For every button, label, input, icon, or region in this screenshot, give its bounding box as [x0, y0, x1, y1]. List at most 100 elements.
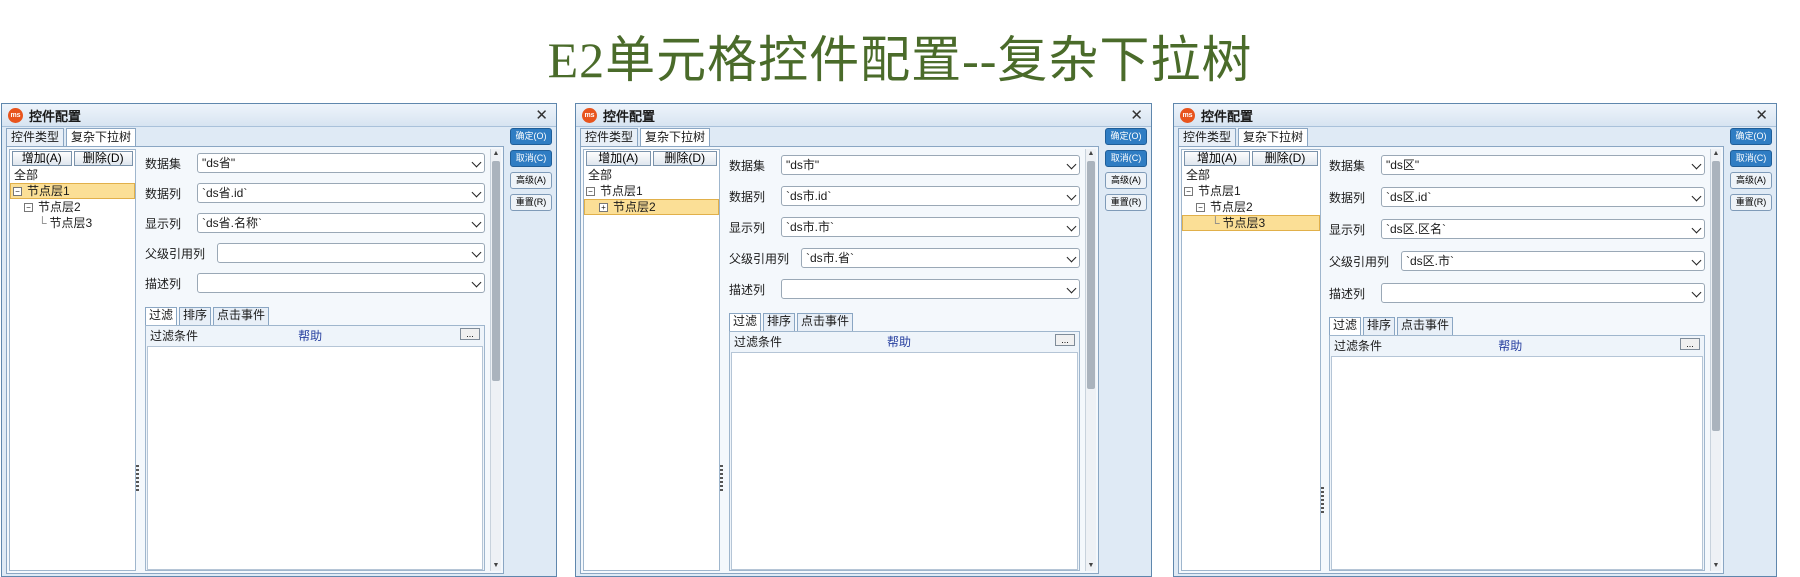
dataset-value: "ds市" [786, 158, 820, 172]
dataset-select[interactable]: "ds区" [1381, 155, 1705, 175]
scroll-thumb[interactable] [492, 161, 500, 381]
scroll-up-icon[interactable]: ▲ [1711, 149, 1721, 159]
splitter-handle[interactable] [720, 465, 723, 491]
vertical-scrollbar[interactable]: ▲ ▼ [1085, 149, 1096, 571]
tree-item-level2[interactable]: − 节点层2 [1182, 199, 1320, 215]
tab-control-type[interactable]: 控件类型 [1178, 128, 1237, 146]
parent-ref-column-select[interactable]: `ds市.省` [801, 248, 1080, 268]
advanced-button[interactable]: 高级(A) [1730, 172, 1772, 189]
scroll-up-icon[interactable]: ▲ [1086, 149, 1096, 159]
tab-click-event[interactable]: 点击事件 [797, 313, 854, 331]
reset-button[interactable]: 重置(R) [510, 194, 552, 211]
parent-ref-column-select[interactable]: `ds区.市` [1401, 251, 1705, 271]
cancel-button[interactable]: 取消(C) [1730, 150, 1772, 167]
data-column-select[interactable]: `ds省.id` [197, 183, 485, 203]
tree-item-level1[interactable]: − 节点层1 [10, 183, 135, 199]
add-node-button[interactable]: 增加(A) [1184, 151, 1250, 166]
collapse-icon[interactable]: − [1196, 203, 1205, 213]
close-icon[interactable]: ✕ [1130, 106, 1143, 124]
tree-item-level2[interactable]: − 节点层2 [10, 199, 135, 215]
tab-sort[interactable]: 排序 [1363, 317, 1396, 335]
splitter-handle[interactable] [136, 465, 139, 491]
ok-button[interactable]: 确定(O) [1730, 128, 1772, 145]
display-column-select[interactable]: `ds市.市` [781, 217, 1080, 237]
advanced-button[interactable]: 高级(A) [510, 172, 552, 189]
description-column-select[interactable] [197, 273, 485, 293]
splitter-handle[interactable] [1321, 487, 1324, 513]
data-column-select[interactable]: `ds市.id` [781, 186, 1080, 206]
ok-button[interactable]: 确定(O) [510, 128, 552, 145]
tab-control-type[interactable]: 控件类型 [6, 128, 65, 146]
expand-icon[interactable]: + [599, 203, 608, 213]
advanced-button[interactable]: 高级(A) [1105, 172, 1147, 189]
data-column-select[interactable]: `ds区.id` [1381, 187, 1705, 207]
scroll-down-icon[interactable]: ▼ [1711, 561, 1721, 571]
display-column-select[interactable]: `ds区.区名` [1381, 219, 1705, 239]
dataset-select[interactable]: "ds省" [197, 153, 485, 173]
help-link[interactable]: 帮助 [1498, 337, 1522, 354]
collapse-icon[interactable]: − [13, 187, 22, 197]
reset-button[interactable]: 重置(R) [1105, 194, 1147, 211]
filter-condition-textarea[interactable] [1331, 356, 1703, 570]
tab-filter[interactable]: 过滤 [145, 307, 178, 325]
collapse-icon[interactable]: − [586, 187, 595, 197]
scroll-up-icon[interactable]: ▲ [491, 149, 501, 159]
cancel-button[interactable]: 取消(C) [1105, 150, 1147, 167]
scroll-thumb[interactable] [1087, 161, 1095, 389]
vertical-scrollbar[interactable]: ▲ ▼ [490, 149, 501, 571]
chevron-down-icon [471, 247, 482, 258]
tree-item-level2[interactable]: + 节点层2 [584, 199, 719, 215]
filter-condition-textarea[interactable] [147, 346, 483, 570]
dialog-titlebar[interactable]: ms 控件配置 ✕ [2, 104, 556, 127]
close-icon[interactable]: ✕ [535, 106, 548, 124]
ok-button[interactable]: 确定(O) [1105, 128, 1147, 145]
help-link[interactable]: 帮助 [887, 333, 911, 350]
delete-node-button[interactable]: 删除(D) [1252, 151, 1318, 166]
display-column-row: 显示列 `ds省.名称` [145, 213, 485, 233]
vertical-scrollbar[interactable]: ▲ ▼ [1710, 149, 1721, 571]
collapse-icon[interactable]: − [1184, 187, 1193, 197]
collapse-icon[interactable]: − [24, 203, 33, 213]
filter-panel: 过滤条件 帮助 ... [1329, 335, 1705, 571]
tab-filter[interactable]: 过滤 [729, 313, 762, 331]
tab-complex-dropdown-tree[interactable]: 复杂下拉树 [66, 128, 137, 146]
ellipsis-button[interactable]: ... [1680, 338, 1700, 350]
tab-control-type[interactable]: 控件类型 [580, 128, 639, 146]
cancel-button[interactable]: 取消(C) [510, 150, 552, 167]
ellipsis-button[interactable]: ... [460, 328, 480, 340]
display-column-select[interactable]: `ds省.名称` [197, 213, 485, 233]
reset-button[interactable]: 重置(R) [1730, 194, 1772, 211]
dialog-titlebar[interactable]: ms 控件配置 ✕ [576, 104, 1151, 127]
tab-filter[interactable]: 过滤 [1329, 317, 1362, 335]
tab-click-event[interactable]: 点击事件 [213, 307, 270, 325]
tree-item-level1[interactable]: − 节点层1 [584, 183, 719, 199]
scroll-down-icon[interactable]: ▼ [491, 561, 501, 571]
tree-item-level3[interactable]: └ 节点层3 [10, 215, 135, 231]
tree-item-all[interactable]: 全部 [1182, 167, 1320, 183]
display-column-value: `ds区.区名` [1386, 222, 1447, 236]
tab-complex-dropdown-tree[interactable]: 复杂下拉树 [640, 128, 711, 146]
scroll-thumb[interactable] [1712, 161, 1720, 431]
tab-sort[interactable]: 排序 [179, 307, 212, 325]
delete-node-button[interactable]: 删除(D) [652, 151, 717, 166]
parent-ref-column-select[interactable] [217, 243, 485, 263]
tab-sort[interactable]: 排序 [763, 313, 796, 331]
dataset-select[interactable]: "ds市" [781, 155, 1080, 175]
description-column-select[interactable] [781, 279, 1080, 299]
add-node-button[interactable]: 增加(A) [586, 151, 651, 166]
tab-click-event[interactable]: 点击事件 [1397, 317, 1454, 335]
help-link[interactable]: 帮助 [298, 327, 322, 344]
close-icon[interactable]: ✕ [1755, 106, 1768, 124]
tree-item-level1[interactable]: − 节点层1 [1182, 183, 1320, 199]
tree-item-all[interactable]: 全部 [10, 167, 135, 183]
description-column-select[interactable] [1381, 283, 1705, 303]
add-node-button[interactable]: 增加(A) [12, 151, 72, 166]
dialog-titlebar[interactable]: ms 控件配置 ✕ [1174, 104, 1776, 127]
ellipsis-button[interactable]: ... [1055, 334, 1075, 346]
tree-item-all[interactable]: 全部 [584, 167, 719, 183]
filter-condition-textarea[interactable] [731, 352, 1078, 570]
scroll-down-icon[interactable]: ▼ [1086, 561, 1096, 571]
tab-complex-dropdown-tree[interactable]: 复杂下拉树 [1238, 128, 1309, 146]
delete-node-button[interactable]: 删除(D) [73, 151, 133, 166]
tree-item-level3[interactable]: └ 节点层3 [1182, 215, 1320, 231]
